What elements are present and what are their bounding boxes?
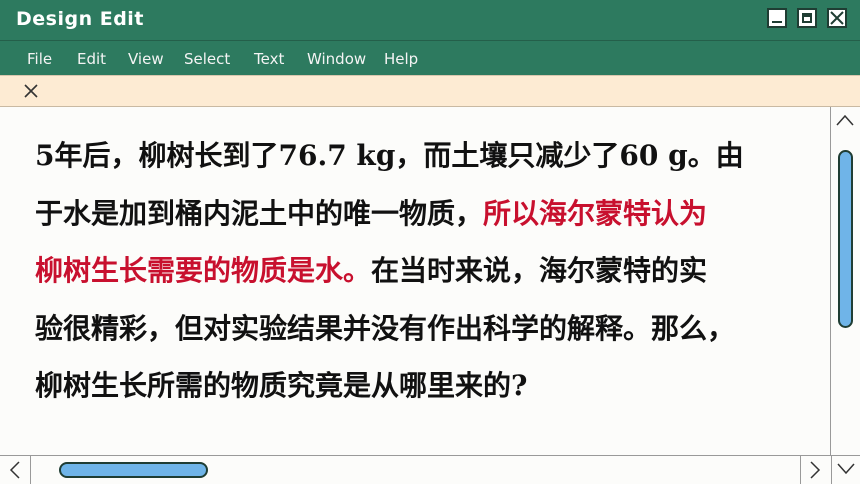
menu-select[interactable]: Select — [184, 50, 230, 68]
highlighted-text: 所以海尔蒙特认为 — [483, 196, 708, 230]
scroll-down-icon[interactable] — [836, 462, 856, 476]
highlighted-text: 柳树生长需要的物质是水。 — [35, 254, 372, 287]
document-area[interactable]: 5年后，柳树长到了76.7 kg，而土壤只减少了60 g。由 于水是加到桶内泥土中… — [0, 107, 831, 455]
close-icon — [830, 11, 844, 25]
body-text: 5年后，柳树长到了76.7 kg，而土壤只减少了60 g。由 — [35, 139, 744, 172]
scroll-right-icon[interactable] — [808, 460, 822, 480]
scroll-divider — [831, 456, 832, 484]
body-text: 验很精彩，但对实验结果并没有作出科学的解释。那么， — [35, 311, 736, 345]
menu-bar: File Edit View Select Text Window Help — [0, 40, 860, 76]
title-bar: Design Edit — [0, 0, 860, 40]
scroll-left-icon[interactable] — [8, 460, 22, 480]
menu-file[interactable]: File — [27, 50, 52, 68]
menu-text[interactable]: Text — [254, 50, 284, 68]
text-line: 于水是加到桶内泥土中的唯一物质，所以海尔蒙特认为 — [35, 185, 825, 243]
maximize-button[interactable] — [797, 8, 817, 28]
horizontal-scroll-thumb[interactable] — [59, 462, 208, 478]
menu-view[interactable]: View — [128, 50, 164, 68]
app-window: Design Edit File Edit View Select Text W… — [0, 0, 860, 484]
window-title: Design Edit — [16, 8, 144, 30]
vertical-scroll-thumb[interactable] — [838, 150, 853, 328]
text-line: 柳树生长需要的物质是水。在当时来说，海尔蒙特的实 — [35, 242, 825, 300]
menu-edit[interactable]: Edit — [77, 50, 106, 68]
body-text: 于水是加到桶内泥土中的唯一物质， — [35, 196, 484, 230]
body-text: 在当时来说，海尔蒙特的实 — [371, 254, 708, 287]
menu-help[interactable]: Help — [384, 50, 418, 68]
document-text: 5年后，柳树长到了76.7 kg，而土壤只减少了60 g。由 于水是加到桶内泥土中… — [35, 127, 825, 415]
minimize-button[interactable] — [767, 8, 787, 28]
close-button[interactable] — [827, 8, 847, 28]
scroll-divider — [30, 456, 31, 484]
body-text: 柳树生长所需的物质究竟是从哪里来的? — [35, 369, 528, 402]
menu-window[interactable]: Window — [307, 50, 366, 68]
scroll-divider — [800, 456, 801, 484]
text-line: 柳树生长所需的物质究竟是从哪里来的? — [35, 357, 825, 415]
text-line: 5年后，柳树长到了76.7 kg，而土壤只减少了60 g。由 — [35, 127, 825, 185]
text-line: 验很精彩，但对实验结果并没有作出科学的解释。那么， — [35, 300, 825, 358]
tab-close-icon[interactable] — [22, 82, 40, 100]
tab-bar — [0, 75, 860, 107]
scroll-up-icon[interactable] — [835, 113, 855, 127]
